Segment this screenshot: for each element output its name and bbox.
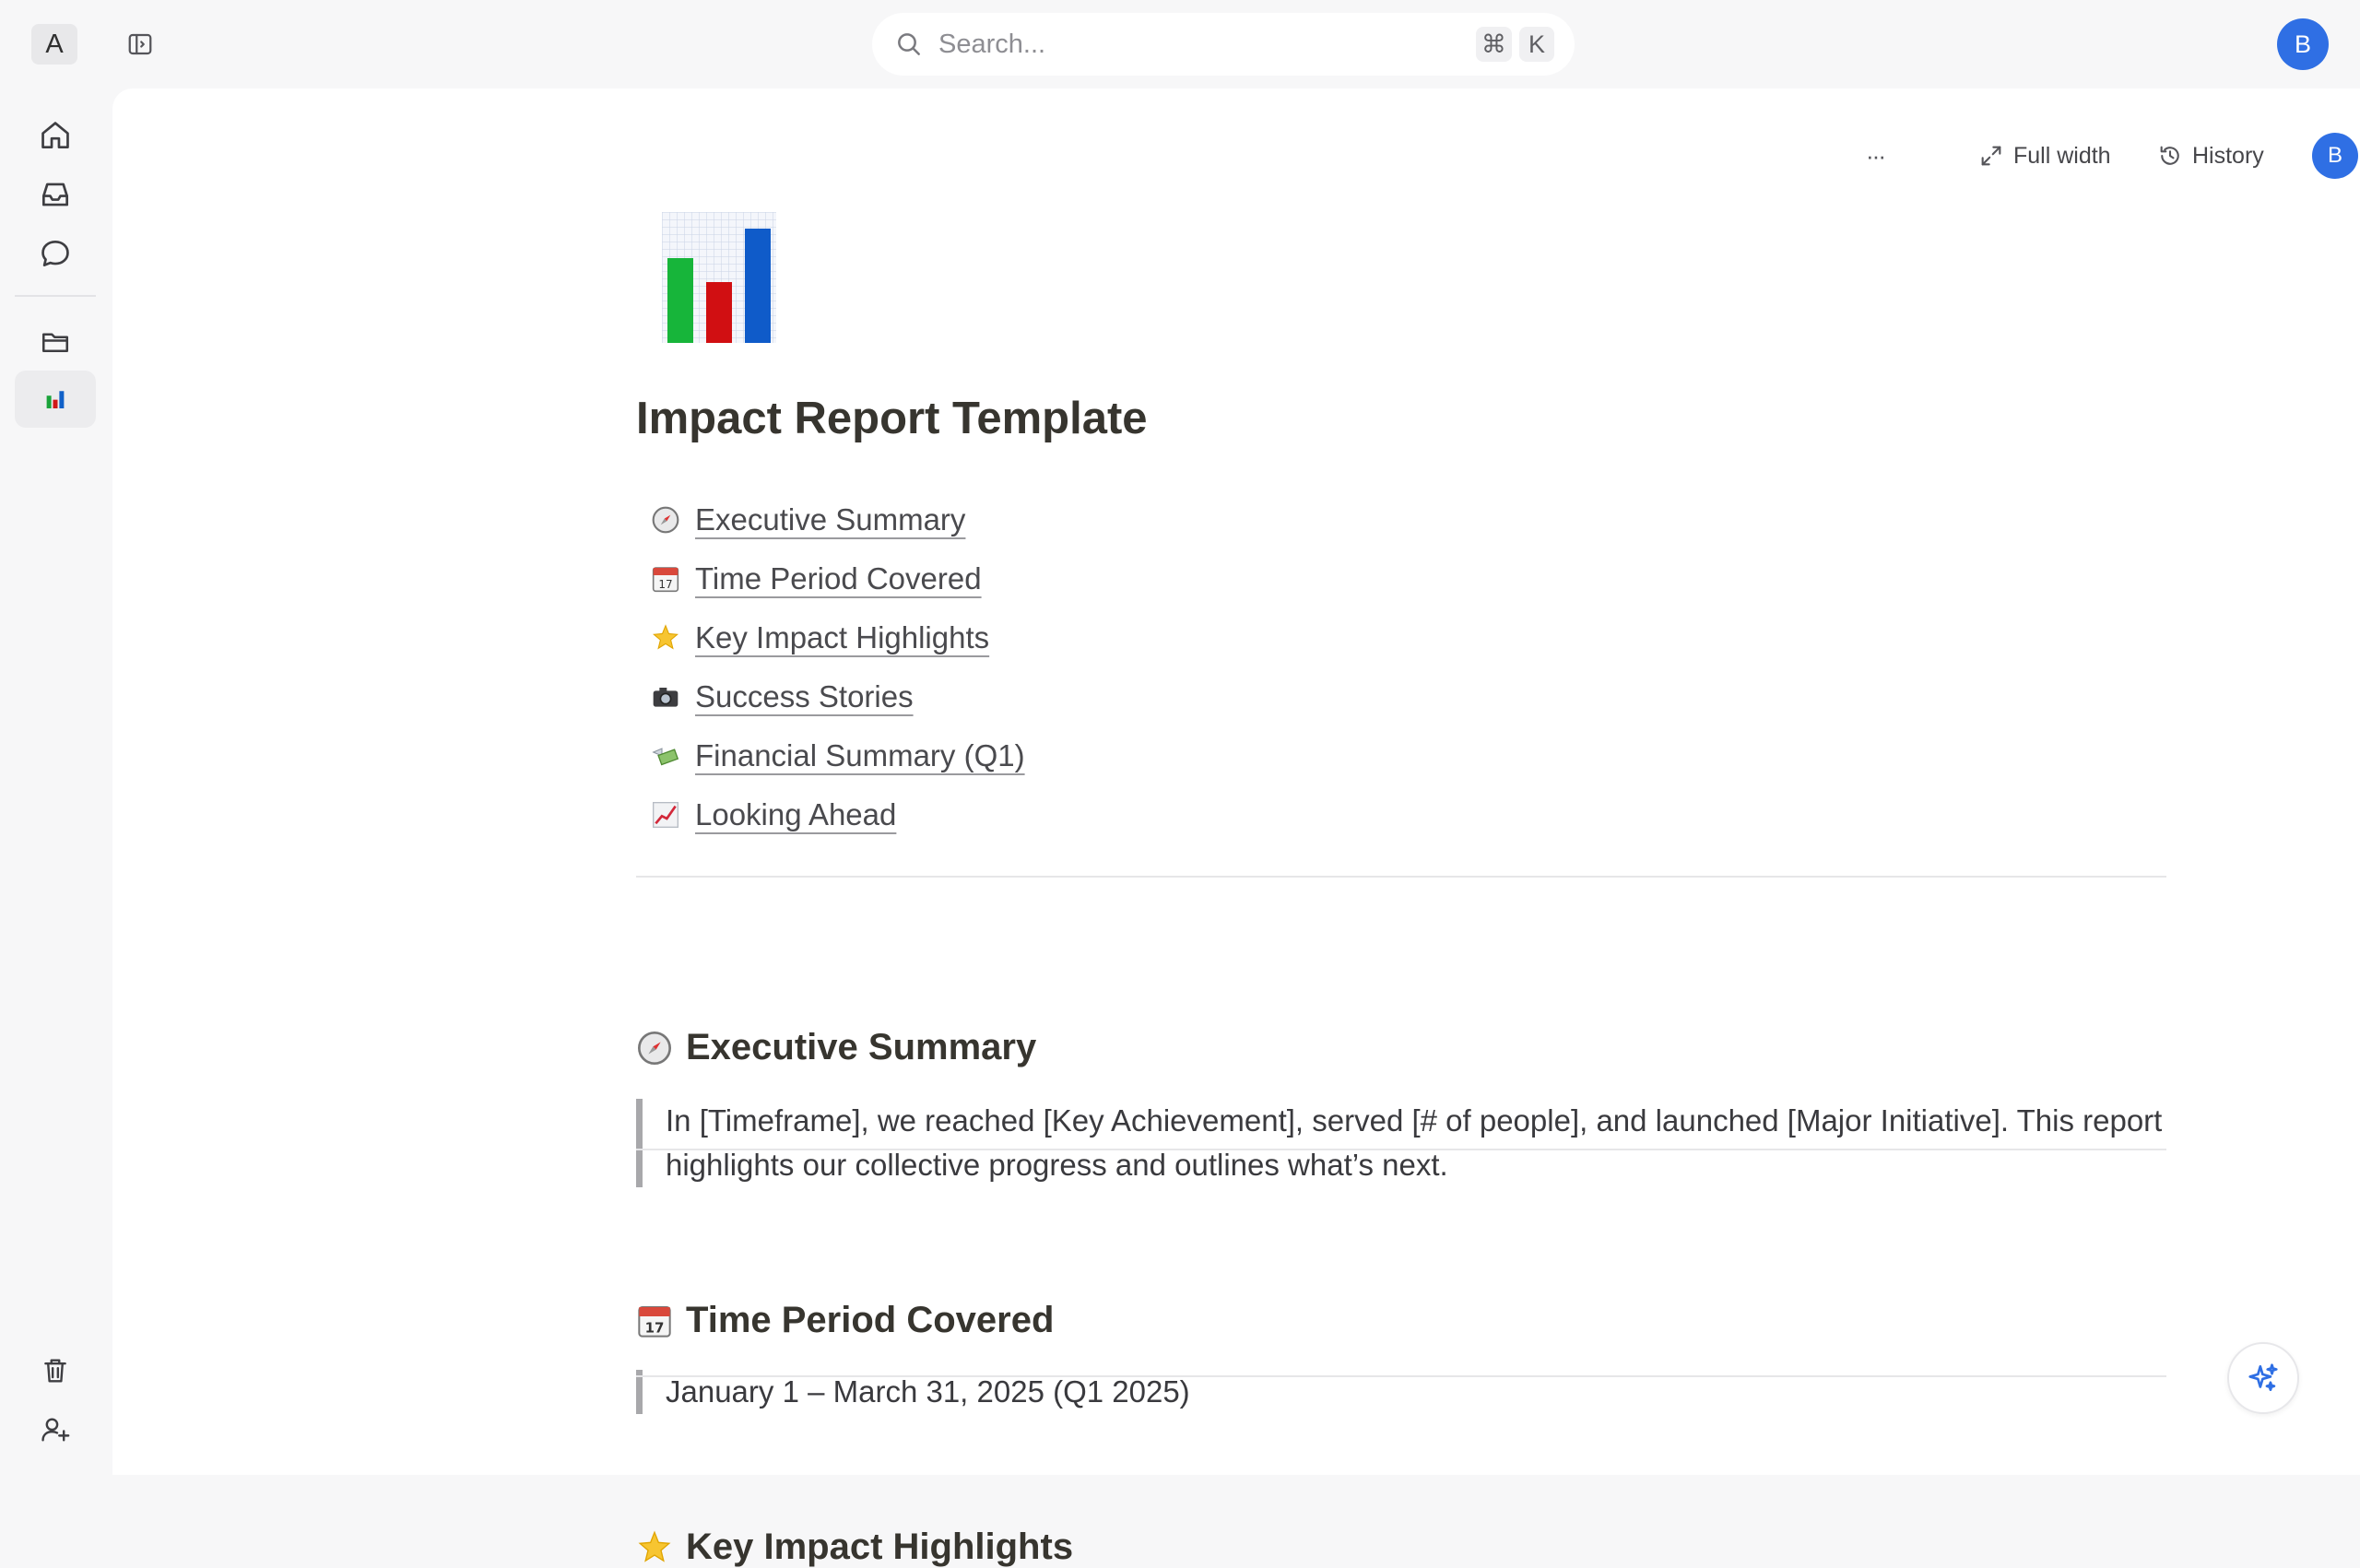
toc-label: Looking Ahead — [695, 797, 897, 831]
toc-label: Key Impact Highlights — [695, 620, 990, 654]
toc-link-looking-ahead[interactable]: Looking Ahead — [651, 785, 1025, 844]
collaborator-initial: B — [2327, 143, 2342, 168]
camera-icon — [653, 688, 678, 707]
money-with-wings-icon — [652, 748, 679, 766]
trash-icon — [44, 1359, 66, 1383]
workspace-switcher-button[interactable]: A — [31, 24, 77, 65]
add-user-icon — [41, 1418, 70, 1442]
compass-icon — [638, 1031, 671, 1065]
sidebar-toggle-icon — [128, 33, 152, 55]
rail-item-inbox[interactable] — [15, 166, 96, 223]
section-heading-executive-summary[interactable]: Executive Summary — [636, 1027, 1036, 1068]
chart-increasing-icon — [653, 802, 678, 828]
rail-item-files[interactable] — [15, 313, 96, 371]
toc-link-key-impact-highlights[interactable]: Key Impact Highlights — [651, 608, 1025, 667]
quote-text: January 1 – March 31, 2025 (Q1 2025) — [666, 1374, 1190, 1409]
sparkles-icon — [2248, 1363, 2278, 1392]
search-bar[interactable]: Search... ⌘ K — [872, 13, 1575, 76]
section-heading-time-period-covered[interactable]: 17 Time Period Covered — [636, 1300, 1054, 1341]
full-width-button[interactable]: Full width — [1978, 135, 2111, 177]
toc-link-financial-summary[interactable]: Financial Summary (Q1) — [651, 726, 1025, 785]
page-title[interactable]: Impact Report Template — [636, 393, 1148, 444]
glowing-star-icon — [653, 624, 678, 650]
toc-label: Financial Summary (Q1) — [695, 738, 1025, 772]
glowing-star-icon — [638, 1530, 671, 1562]
divider — [636, 1149, 2166, 1150]
executive-summary-quote[interactable]: In [Timeframe], we reached [Key Achievem… — [636, 1099, 2166, 1187]
folder-icon — [41, 333, 69, 353]
user-initial: B — [2294, 29, 2311, 58]
home-icon — [41, 122, 69, 149]
rail-item-invite[interactable] — [15, 1401, 96, 1458]
section-heading-text: Time Period Covered — [686, 1300, 1055, 1340]
search-icon — [898, 33, 920, 55]
compass-icon — [652, 506, 679, 534]
svg-text:17: 17 — [645, 1319, 665, 1336]
toc-label: Time Period Covered — [695, 561, 982, 595]
ai-assistant-button[interactable] — [2227, 1342, 2299, 1414]
history-button[interactable]: History — [2157, 135, 2264, 177]
toc-label: Success Stories — [695, 679, 914, 713]
history-icon — [2160, 146, 2179, 165]
calendar-icon: 17 — [638, 1305, 671, 1338]
full-width-label: Full width — [2013, 142, 2111, 169]
divider — [636, 1375, 2166, 1377]
section-heading-key-impact-highlights[interactable]: Key Impact Highlights — [636, 1527, 1073, 1568]
rail-item-impact-report[interactable] — [15, 371, 96, 428]
more-icon: ··· — [1866, 141, 1886, 170]
history-label: History — [2192, 142, 2264, 169]
user-avatar[interactable]: B — [2277, 18, 2329, 70]
rail-item-trash[interactable] — [15, 1342, 96, 1399]
expand-icon — [1981, 146, 2001, 166]
rail-item-chat[interactable] — [15, 225, 96, 282]
chat-icon — [41, 240, 69, 267]
quote-text: In [Timeframe], we reached [Key Achievem… — [666, 1103, 2163, 1182]
top-bar: A Search... ⌘ K B — [0, 0, 2360, 88]
table-of-contents: Executive Summary 17 Time Period Covered — [651, 490, 1025, 844]
left-rail — [0, 88, 111, 1475]
more-options-button[interactable]: ··· — [1857, 142, 1894, 170]
toc-link-success-stories[interactable]: Success Stories — [651, 667, 1025, 726]
page-icon-bar-chart[interactable] — [662, 212, 776, 343]
shortcut-key-k: K — [1519, 27, 1554, 62]
shortcut-key-cmd: ⌘ — [1476, 27, 1512, 62]
rail-item-home[interactable] — [15, 107, 96, 164]
rail-divider — [15, 295, 96, 297]
inbox-icon — [41, 183, 69, 206]
collaborator-avatar[interactable]: B — [2312, 133, 2358, 179]
divider — [636, 876, 2166, 878]
bar-chart-icon — [44, 388, 66, 410]
document-panel: ··· Full width History B Impact Report T… — [112, 88, 2360, 1567]
section-heading-text: Key Impact Highlights — [686, 1527, 1074, 1567]
search-placeholder: Search... — [938, 29, 1046, 59]
document-toolbar: ··· Full width History B — [1735, 127, 2360, 184]
toc-link-executive-summary[interactable]: Executive Summary — [651, 490, 1025, 549]
toc-label: Executive Summary — [695, 502, 966, 536]
calendar-icon: 17 — [652, 567, 679, 593]
workspace-letter: A — [45, 29, 64, 59]
section-heading-text: Executive Summary — [686, 1027, 1037, 1067]
svg-text:17: 17 — [658, 578, 672, 591]
sidebar-toggle-button[interactable] — [124, 28, 157, 61]
toc-link-time-period-covered[interactable]: 17 Time Period Covered — [651, 549, 1025, 608]
